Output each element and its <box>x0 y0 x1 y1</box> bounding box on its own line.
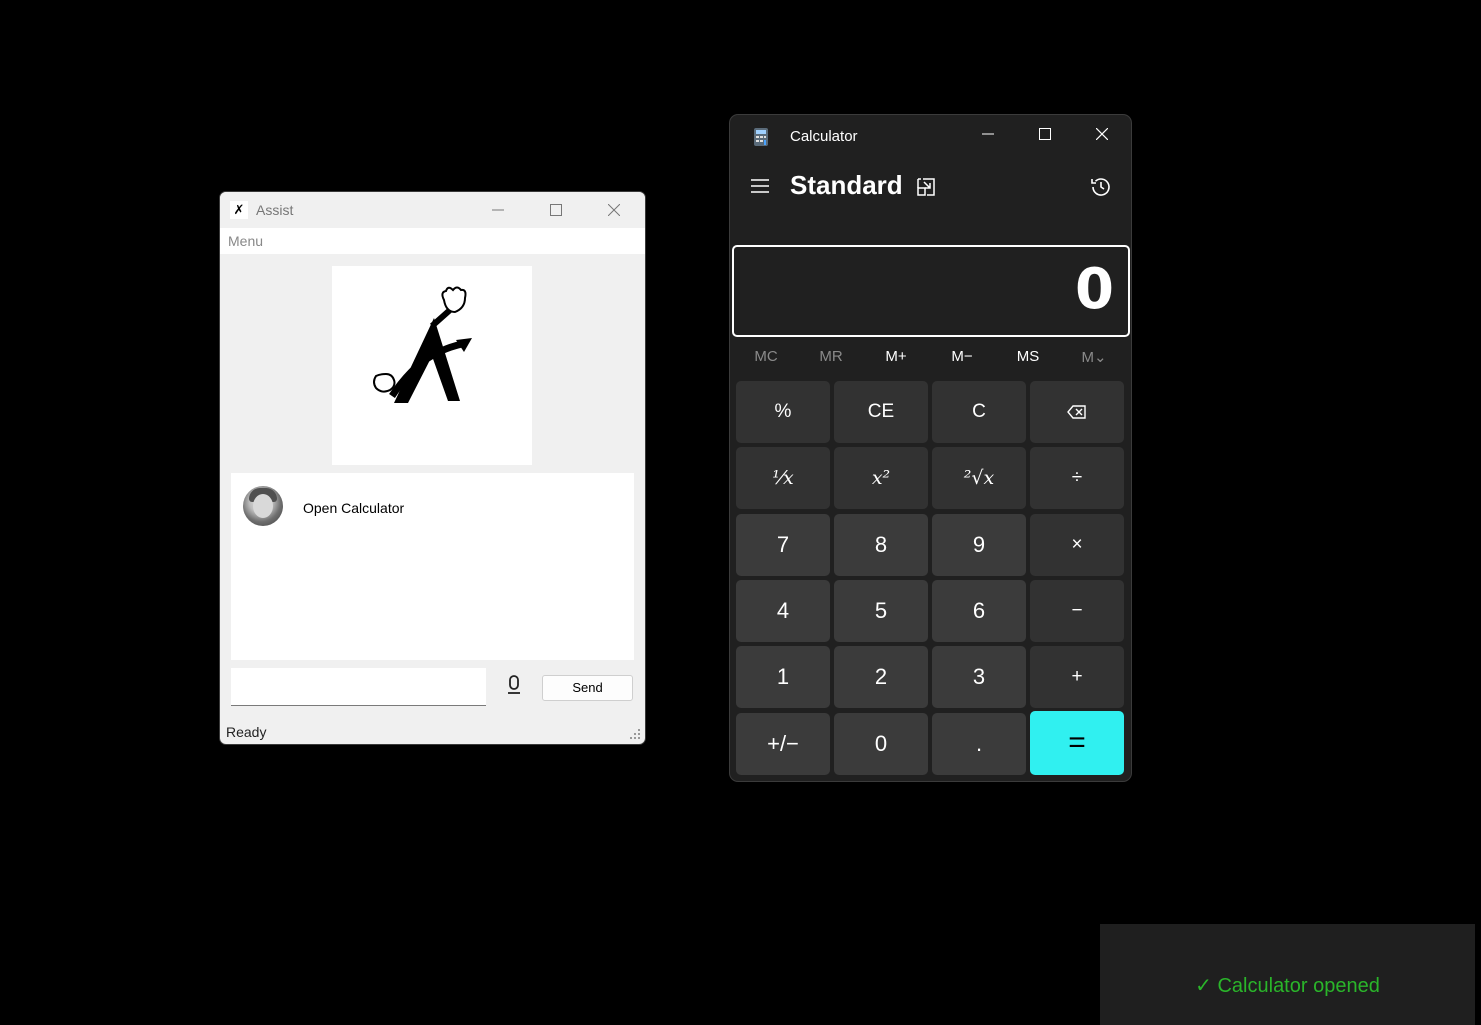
digit-9-button[interactable]: 9 <box>932 514 1026 576</box>
multiply-button[interactable]: × <box>1030 514 1124 576</box>
add-button[interactable]: + <box>1030 646 1124 708</box>
history-icon[interactable] <box>1089 175 1113 199</box>
microphone-icon <box>508 675 520 694</box>
status-text: Ready <box>226 724 267 740</box>
negate-button[interactable]: +/− <box>736 713 830 775</box>
square-root-button[interactable]: ²√x <box>932 447 1026 509</box>
digit-6-button[interactable]: 6 <box>932 580 1026 642</box>
square-label: x² <box>871 467 891 489</box>
clear-entry-button[interactable]: CE <box>834 381 928 443</box>
hamburger-icon[interactable] <box>750 178 770 194</box>
notification-toast: ✓ Calculator opened <box>1100 924 1475 1025</box>
digit-4-button[interactable]: 4 <box>736 580 830 642</box>
calculator-app-icon <box>754 128 768 146</box>
equals-button[interactable]: = <box>1030 711 1124 775</box>
minimize-icon <box>492 209 504 211</box>
memory-add-button[interactable]: M+ <box>868 348 924 370</box>
menu-bar: Menu <box>220 228 645 254</box>
divide-button[interactable]: ÷ <box>1030 447 1124 509</box>
toast-message: ✓ Calculator opened <box>1195 975 1380 997</box>
reciprocal-button[interactable]: ¹⁄x <box>736 447 830 509</box>
clear-button[interactable]: C <box>932 381 1026 443</box>
calculator-window: Calculator Standard 0 MC MR M+ M− MS M⌄ … <box>730 115 1131 781</box>
memory-recall-button[interactable]: MR <box>803 348 859 370</box>
calculator-window-title: Calculator <box>790 128 858 145</box>
assist-titlebar[interactable]: ✗ Assist <box>220 192 645 228</box>
digit-7-button[interactable]: 7 <box>736 514 830 576</box>
calculator-display: 0 <box>732 245 1130 337</box>
maximize-icon <box>1039 128 1051 140</box>
message-input[interactable] <box>231 668 486 706</box>
assist-window: ✗ Assist Menu Open Calculator Send Ready <box>220 192 645 744</box>
memory-subtract-button[interactable]: M− <box>934 348 990 370</box>
keep-on-top-icon[interactable] <box>915 176 937 198</box>
digit-1-button[interactable]: 1 <box>736 646 830 708</box>
minimize-button[interactable] <box>965 115 1011 151</box>
assist-window-title: Assist <box>256 202 294 218</box>
resize-grip-icon[interactable] <box>630 729 640 739</box>
subtract-button[interactable]: − <box>1030 580 1124 642</box>
menu-item[interactable]: Menu <box>228 233 263 249</box>
maximize-button[interactable] <box>533 192 579 228</box>
close-icon <box>608 204 620 216</box>
microphone-button[interactable] <box>505 673 523 697</box>
digit-5-button[interactable]: 5 <box>834 580 928 642</box>
digit-0-button[interactable]: 0 <box>834 713 928 775</box>
close-button[interactable] <box>1079 115 1125 151</box>
display-value: 0 <box>1075 257 1114 322</box>
percent-button[interactable]: % <box>736 381 830 443</box>
square-root-label: ²√x <box>963 467 995 489</box>
backspace-icon <box>1067 405 1086 419</box>
mode-title: Standard <box>790 170 903 200</box>
avatar <box>243 486 283 526</box>
close-icon <box>1096 128 1108 140</box>
memory-list-button[interactable]: M⌄ <box>1066 348 1122 370</box>
chat-message: Open Calculator <box>303 500 405 516</box>
digit-3-button[interactable]: 3 <box>932 646 1026 708</box>
chat-panel: Open Calculator <box>231 473 634 660</box>
close-button[interactable] <box>591 192 637 228</box>
reciprocal-label: ¹⁄x <box>772 467 794 489</box>
digit-2-button[interactable]: 2 <box>834 646 928 708</box>
memory-store-button[interactable]: MS <box>1000 348 1056 370</box>
assist-logo-icon: ✗ <box>230 201 248 219</box>
backspace-button[interactable] <box>1030 381 1124 443</box>
send-button[interactable]: Send <box>542 675 633 701</box>
memory-clear-button[interactable]: MC <box>738 348 794 370</box>
maximize-button[interactable] <box>1022 115 1068 151</box>
minimize-button[interactable] <box>475 192 521 228</box>
decimal-button[interactable]: . <box>932 713 1026 775</box>
minimize-icon <box>982 133 994 135</box>
square-button[interactable]: x² <box>834 447 928 509</box>
assist-logo-image <box>332 266 532 465</box>
digit-8-button[interactable]: 8 <box>834 514 928 576</box>
maximize-icon <box>550 204 562 216</box>
